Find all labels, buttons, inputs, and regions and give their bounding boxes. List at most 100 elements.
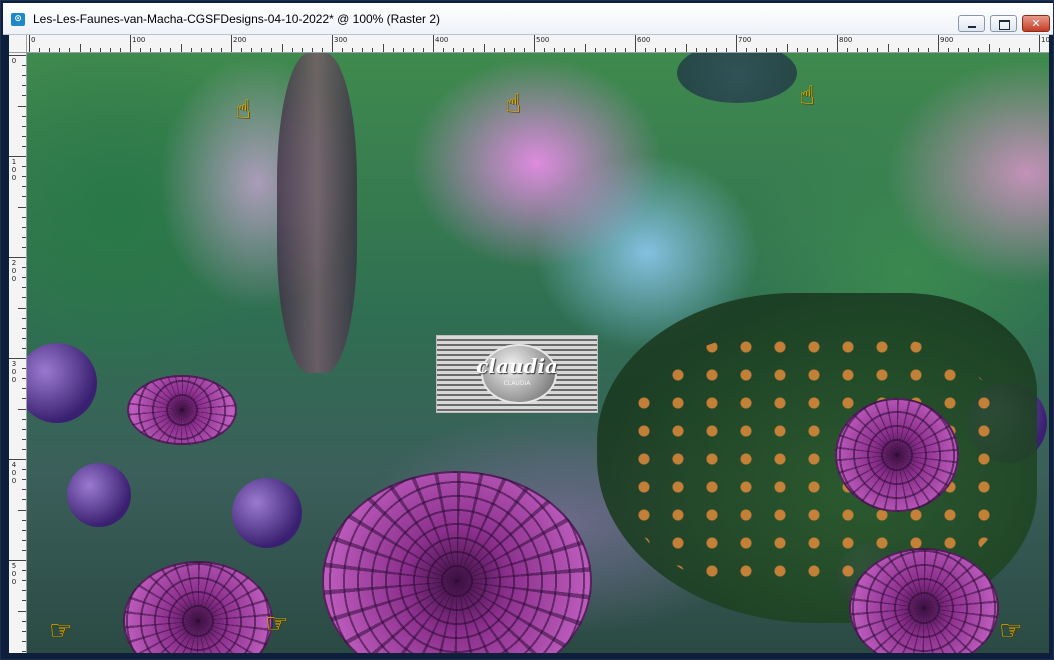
ruler-tick bbox=[22, 317, 26, 319]
pointing-hand-right-icon: ☞ bbox=[49, 616, 73, 646]
ruler-tick bbox=[22, 499, 26, 501]
maximize-button[interactable] bbox=[990, 15, 1017, 32]
ruler-tick bbox=[69, 48, 71, 52]
ruler-tick bbox=[907, 48, 909, 52]
ruler-tick bbox=[816, 48, 818, 52]
minimize-button[interactable] bbox=[958, 15, 985, 32]
ruler-tick bbox=[22, 186, 26, 188]
ruler-tick bbox=[917, 48, 919, 52]
ruler-tick bbox=[119, 48, 121, 52]
ruler-tick bbox=[857, 48, 859, 52]
ruler-tick bbox=[39, 48, 41, 52]
ruler-tick bbox=[291, 48, 293, 52]
ruler-tick bbox=[635, 35, 636, 52]
ruler-tick bbox=[22, 529, 26, 531]
close-button[interactable]: ✕ bbox=[1022, 15, 1050, 32]
ruler-tick bbox=[22, 519, 26, 521]
ruler-label: 700 bbox=[738, 36, 752, 44]
close-icon: ✕ bbox=[1031, 17, 1041, 30]
ruler-tick bbox=[402, 48, 404, 52]
ruler-label: 0 bbox=[11, 275, 17, 283]
ruler-tick bbox=[948, 48, 950, 52]
ruler-tick bbox=[241, 48, 243, 52]
ruler-label: 0 bbox=[31, 36, 36, 44]
ruler-tick bbox=[18, 408, 26, 410]
maximize-icon bbox=[991, 16, 1016, 31]
ruler-label: 900 bbox=[940, 36, 954, 44]
ruler-tick bbox=[443, 48, 445, 52]
ruler-label: 5 bbox=[11, 562, 17, 570]
ruler-label: 0 bbox=[11, 469, 17, 477]
ruler-tick bbox=[756, 48, 758, 52]
ruler-tick bbox=[837, 35, 838, 52]
ruler-tick bbox=[22, 135, 26, 137]
ruler-tick bbox=[22, 640, 26, 642]
seed-pod-cluster bbox=[677, 53, 797, 103]
ruler-label: 1 bbox=[11, 158, 17, 166]
ruler-tick bbox=[766, 48, 768, 52]
ruler-tick bbox=[725, 48, 727, 52]
ruler-tick bbox=[22, 438, 26, 440]
ruler-tick bbox=[342, 48, 344, 52]
vertical-ruler[interactable]: 0100200300400500 bbox=[9, 53, 27, 653]
ruler-tick bbox=[22, 428, 26, 430]
ruler-tick bbox=[473, 48, 475, 52]
ruler-tick bbox=[22, 650, 26, 652]
ruler-tick bbox=[332, 35, 333, 52]
ruler-label: 100 bbox=[132, 36, 146, 44]
ruler-label: 3 bbox=[11, 360, 17, 368]
ruler-tick bbox=[453, 48, 455, 52]
horizontal-ruler[interactable]: 0 100 200 300 400 500 600 700 800 900 1000 bbox=[27, 35, 1049, 53]
ruler-tick bbox=[22, 570, 26, 572]
ruler-label: 0 bbox=[11, 267, 17, 275]
ruler-tick bbox=[59, 48, 61, 52]
ruler-label: 1000 bbox=[1041, 36, 1049, 44]
ruler-tick bbox=[877, 48, 879, 52]
ruler-label: 0 bbox=[11, 57, 17, 65]
ruler-tick bbox=[22, 287, 26, 289]
ruler-tick bbox=[9, 257, 26, 258]
ruler-tick bbox=[89, 48, 91, 52]
claudia-watermark: claudia CLAUDIA bbox=[436, 335, 598, 413]
ruler-tick bbox=[786, 44, 788, 52]
ruler-tick bbox=[22, 85, 26, 87]
ruler-tick bbox=[655, 48, 657, 52]
ruler-tick bbox=[574, 48, 576, 52]
ruler-tick bbox=[200, 48, 202, 52]
ruler-tick bbox=[22, 226, 26, 228]
purple-flower-right bbox=[835, 398, 959, 512]
ruler-tick bbox=[22, 166, 26, 168]
ruler-tick bbox=[22, 216, 26, 218]
ruler-tick bbox=[281, 44, 283, 52]
ruler-tick bbox=[22, 75, 26, 77]
ruler-tick bbox=[988, 44, 990, 52]
ruler-label: 4 bbox=[11, 461, 17, 469]
ruler-tick bbox=[826, 48, 828, 52]
ruler-tick bbox=[624, 48, 626, 52]
ruler-tick bbox=[22, 267, 26, 269]
ruler-tick bbox=[150, 48, 152, 52]
ruler-tick bbox=[1039, 35, 1040, 52]
ruler-tick bbox=[210, 48, 212, 52]
ruler-tick bbox=[140, 48, 142, 52]
ruler-tick bbox=[22, 620, 26, 622]
ruler-tick bbox=[513, 48, 515, 52]
ruler-label: 0 bbox=[11, 376, 17, 384]
ruler-tick bbox=[18, 509, 26, 511]
ruler-tick bbox=[523, 48, 525, 52]
ruler-tick bbox=[685, 44, 687, 52]
ruler-tick bbox=[22, 196, 26, 198]
ruler-tick bbox=[978, 48, 980, 52]
purple-sphere bbox=[67, 463, 131, 527]
watermark-subtext: CLAUDIA bbox=[503, 380, 531, 387]
image-canvas[interactable]: claudia CLAUDIA ☝ ☝ ☝ ☞ ☞ ☞ bbox=[27, 53, 1049, 653]
ruler-tick bbox=[18, 307, 26, 309]
title-bar[interactable]: ⊙ Les-Les-Faunes-van-Macha-CGSFDesigns-0… bbox=[3, 3, 1053, 35]
ruler-tick bbox=[271, 48, 273, 52]
ruler-label: 600 bbox=[637, 36, 651, 44]
ruler-label: 0 bbox=[11, 166, 17, 174]
ruler-tick bbox=[18, 105, 26, 107]
purple-sphere bbox=[27, 343, 97, 423]
ruler-tick bbox=[22, 65, 26, 67]
ruler-tick bbox=[22, 145, 26, 147]
